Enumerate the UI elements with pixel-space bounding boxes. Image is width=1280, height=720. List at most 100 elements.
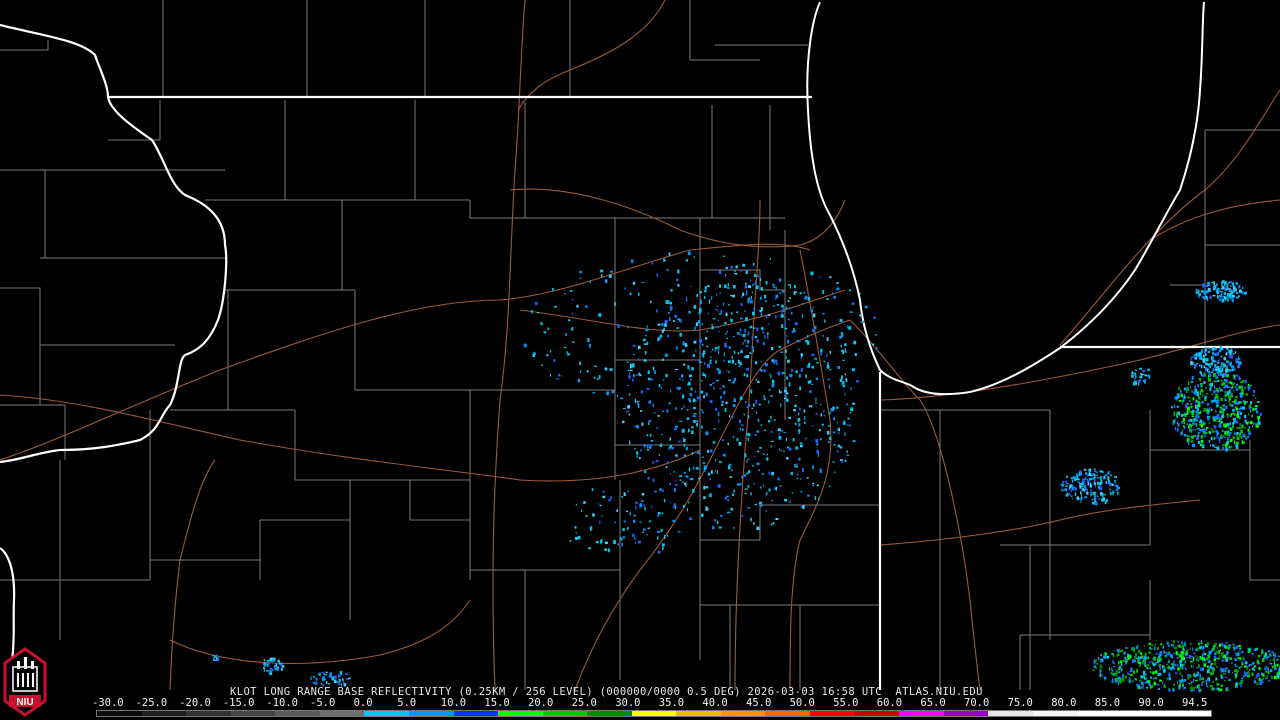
radar-echo xyxy=(726,495,729,497)
radar-echo xyxy=(791,492,793,494)
radar-echo xyxy=(826,354,828,357)
radar-echo xyxy=(1205,367,1207,370)
radar-echo xyxy=(808,362,811,365)
radar-echo xyxy=(1252,394,1255,396)
radar-echo xyxy=(650,440,654,442)
radar-echo xyxy=(1170,406,1173,409)
radar-echo xyxy=(846,450,848,453)
radar-echo xyxy=(1190,380,1194,383)
radar-echo xyxy=(1078,472,1080,477)
radar-echo xyxy=(761,327,764,330)
radar-echo xyxy=(594,365,597,368)
radar-echo xyxy=(1215,650,1219,654)
radar-echo xyxy=(767,332,769,336)
radar-echo xyxy=(688,501,690,504)
niu-logo-icon: NIU xyxy=(3,647,47,717)
radar-echo xyxy=(1153,677,1156,680)
radar-echo xyxy=(773,286,776,288)
radar-echo xyxy=(759,296,762,300)
radar-echo xyxy=(1189,385,1191,389)
radar-echo xyxy=(1192,444,1195,447)
radar-echo xyxy=(796,339,799,342)
radar-echo xyxy=(1142,370,1145,373)
radar-echo xyxy=(785,387,787,390)
radar-echo xyxy=(547,327,550,331)
radar-echo xyxy=(1235,396,1238,398)
radar-echo xyxy=(579,277,582,279)
radar-echo xyxy=(805,340,809,343)
radar-echo xyxy=(677,269,680,274)
radar-echo xyxy=(1086,489,1088,492)
radar-echo xyxy=(1229,351,1232,355)
radar-echo xyxy=(1207,417,1210,421)
radar-echo xyxy=(575,532,578,534)
radar-echo xyxy=(1193,435,1196,437)
radar-echo xyxy=(1109,491,1112,496)
radar-echo xyxy=(798,432,800,434)
radar-echo xyxy=(776,304,780,306)
radar-echo xyxy=(824,319,826,323)
radar-echo xyxy=(701,343,704,346)
radar-echo xyxy=(709,356,712,358)
radar-echo xyxy=(823,360,825,363)
colorbar-segment xyxy=(1121,711,1167,716)
radar-echo xyxy=(1182,654,1184,658)
radar-echo xyxy=(1131,374,1134,378)
radar-echo xyxy=(1112,659,1114,664)
radar-echo xyxy=(1191,415,1194,417)
radar-echo xyxy=(1267,667,1269,671)
radar-echo xyxy=(1162,644,1165,646)
radar-echo xyxy=(812,465,814,470)
radar-echo xyxy=(749,325,753,329)
radar-echo xyxy=(1189,660,1193,663)
radar-echo xyxy=(691,426,694,429)
radar-echo xyxy=(580,370,582,373)
radar-echo xyxy=(1240,385,1242,388)
radar-echo xyxy=(1172,422,1175,425)
radar-echo xyxy=(637,401,639,405)
radar-echo xyxy=(541,364,543,366)
radar-echo xyxy=(676,346,678,350)
radar-echo xyxy=(1134,372,1137,375)
radar-echo xyxy=(790,471,793,475)
radar-echo xyxy=(1253,389,1256,394)
radar-echo xyxy=(737,332,740,335)
radar-echo xyxy=(703,486,706,490)
radar-echo xyxy=(1150,676,1153,679)
radar-echo xyxy=(1110,672,1113,675)
radar-echo xyxy=(651,262,654,265)
radar-echo xyxy=(731,359,735,364)
radar-echo xyxy=(661,433,664,436)
radar-echo xyxy=(727,442,729,446)
radar-echo xyxy=(1127,672,1129,675)
radar-echo xyxy=(1203,373,1206,377)
radar-echo xyxy=(1213,425,1217,429)
radar-echo xyxy=(699,338,702,343)
radar-echo xyxy=(705,507,709,511)
radar-echo xyxy=(1231,661,1233,664)
radar-echo xyxy=(1198,642,1200,646)
radar-echo xyxy=(747,331,750,335)
radar-echo xyxy=(1212,367,1215,372)
radar-echo xyxy=(623,492,626,496)
radar-echo xyxy=(1235,408,1239,411)
radar-echo xyxy=(809,380,812,384)
colorbar-segment xyxy=(275,711,320,716)
radar-echo xyxy=(1221,652,1224,657)
radar-echo xyxy=(1226,413,1229,416)
radar-echo xyxy=(742,342,744,345)
radar-echo xyxy=(838,428,840,430)
radar-echo xyxy=(690,478,694,481)
radar-echo xyxy=(1239,412,1243,415)
radar-echo xyxy=(807,380,810,384)
radar-echo xyxy=(1143,670,1146,675)
radar-echo xyxy=(1222,429,1224,433)
radar-echo xyxy=(1189,410,1193,413)
colorbar-segment xyxy=(943,711,989,716)
radar-echo xyxy=(1222,405,1225,407)
radar-echo xyxy=(1256,660,1259,663)
radar-echo xyxy=(1192,422,1195,425)
radar-echo xyxy=(1139,375,1143,377)
radar-map[interactable] xyxy=(0,0,1280,720)
radar-echo xyxy=(645,335,647,337)
